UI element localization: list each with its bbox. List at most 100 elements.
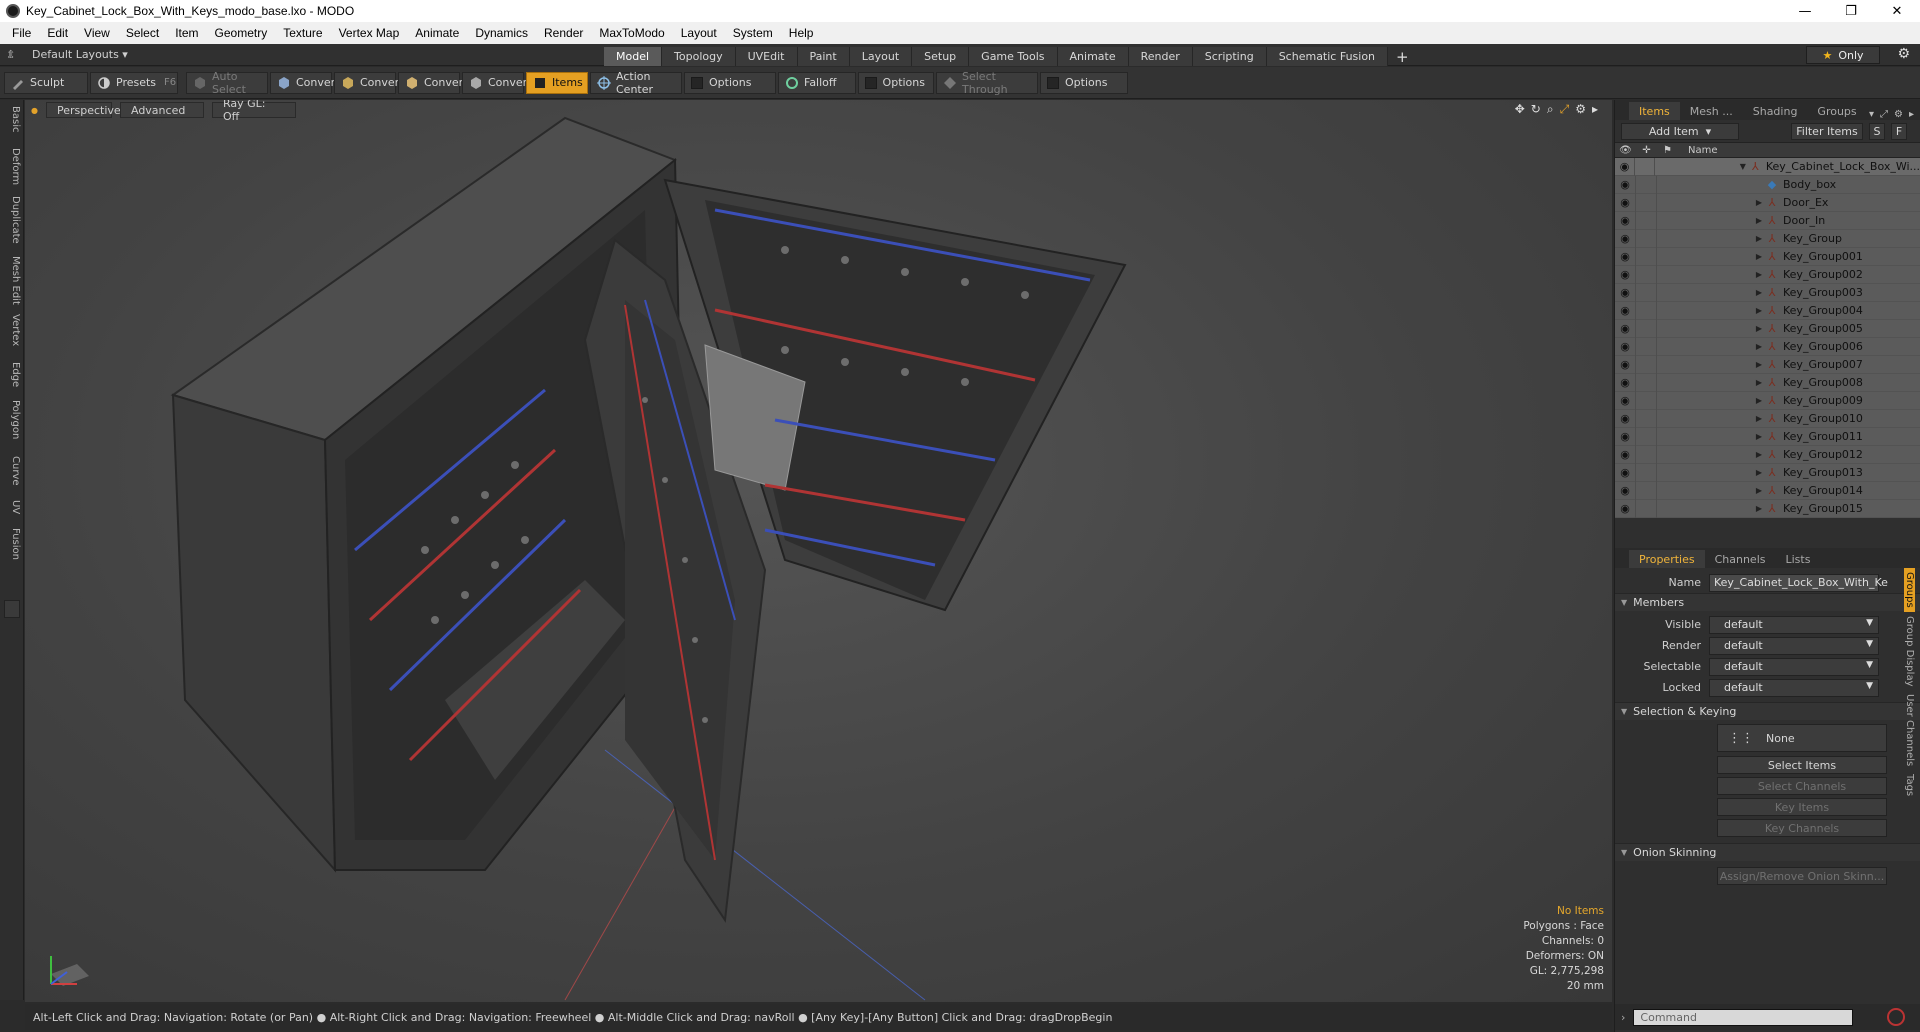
lock-cell[interactable]: [1635, 211, 1656, 230]
lock-cell[interactable]: [1634, 158, 1654, 176]
convert-vertices-button[interactable]: Convert: [270, 71, 340, 94]
advanced-button[interactable]: Advanced: [119, 102, 204, 118]
expand-arrow-icon[interactable]: ▶: [1753, 252, 1765, 261]
eye-icon[interactable]: ◉: [1615, 484, 1635, 497]
eye-icon[interactable]: ◉: [1615, 214, 1635, 227]
lock-cell[interactable]: [1635, 265, 1656, 284]
tree-row[interactable]: ◉ ▶ ⅄ Key_Group005: [1615, 319, 1920, 338]
lock-cell[interactable]: [1635, 283, 1656, 302]
expand-arrow-icon[interactable]: ▶: [1753, 198, 1765, 207]
lock-cell[interactable]: [1635, 355, 1656, 374]
lock-cell[interactable]: [1635, 301, 1656, 320]
sculpt-button[interactable]: Sculpt: [4, 71, 88, 94]
expand-arrow-icon[interactable]: ▶: [1753, 432, 1765, 441]
expand-arrow-icon[interactable]: ▶: [1753, 234, 1765, 243]
name-field[interactable]: Key_Cabinet_Lock_Box_With_Ke: [1709, 573, 1888, 592]
tree-row[interactable]: ◉ ▶ ⅄ Key_Group014: [1615, 481, 1920, 500]
expand-arrow-icon[interactable]: ▶: [1753, 288, 1765, 297]
eye-icon[interactable]: ◉: [1615, 322, 1635, 335]
eye-icon[interactable]: ◉: [1615, 196, 1635, 209]
menu-layout[interactable]: Layout: [673, 26, 725, 40]
record-icon[interactable]: [1887, 1008, 1906, 1026]
tab-game-tools[interactable]: Game Tools: [969, 47, 1058, 66]
menu-edit[interactable]: Edit: [39, 26, 76, 40]
f-toggle-button[interactable]: F: [1891, 122, 1907, 140]
tree-row[interactable]: ◉ ▶ ⅄ Key_Group013: [1615, 463, 1920, 482]
convert-polygons-button[interactable]: Convert: [398, 71, 468, 94]
add-tab-icon[interactable]: +: [1388, 48, 1417, 66]
lock-cell[interactable]: [1635, 463, 1656, 482]
lock-cell[interactable]: [1635, 193, 1656, 212]
menu-file[interactable]: File: [4, 26, 39, 40]
eye-icon[interactable]: ◉: [1615, 304, 1635, 317]
tab-layout[interactable]: Layout: [849, 47, 913, 66]
tab-lists[interactable]: Lists: [1776, 550, 1821, 568]
lock-cell[interactable]: [1635, 427, 1656, 446]
eye-icon[interactable]: ◉: [1615, 340, 1635, 353]
tab-topology[interactable]: Topology: [662, 47, 736, 66]
eye-icon[interactable]: ◉: [1615, 250, 1635, 263]
menu-system[interactable]: System: [725, 26, 781, 40]
expand-arrow-icon[interactable]: ▶: [1753, 360, 1765, 369]
tree-row[interactable]: ◉ ▶ ⅄ Key_Group002: [1615, 265, 1920, 284]
viewport-options-icon[interactable]: ●: [31, 106, 38, 115]
menu-dynamics[interactable]: Dynamics: [467, 26, 536, 40]
eye-icon[interactable]: ◉: [1615, 430, 1635, 443]
action-center-button[interactable]: Action Center: [590, 70, 682, 96]
selection-keying-section[interactable]: ▼ Selection & Keying: [1615, 702, 1920, 720]
eye-icon[interactable]: ◉: [1615, 160, 1634, 173]
expand-arrow-icon[interactable]: ▶: [1753, 486, 1765, 495]
expand-arrow-icon[interactable]: ▶: [1753, 414, 1765, 423]
tab-mesh-edit[interactable]: Mesh Edit: [3, 256, 21, 305]
menu-view[interactable]: View: [76, 26, 118, 40]
filter-items-button[interactable]: Filter Items: [1791, 122, 1863, 140]
eye-icon[interactable]: ◉: [1615, 376, 1635, 389]
presets-button[interactable]: Presets F6: [90, 71, 178, 94]
tab-duplicate[interactable]: Duplicate: [3, 196, 21, 244]
key-items-button[interactable]: Key Items: [1717, 798, 1887, 816]
tree-row[interactable]: ◉ ▶ ⅄ Key_Group015: [1615, 499, 1920, 518]
expand-arrow-icon[interactable]: ▶: [1753, 270, 1765, 279]
expand-arrow-icon[interactable]: ▼: [1737, 162, 1748, 171]
lock-cell[interactable]: [1635, 499, 1656, 518]
lock-cell[interactable]: [1635, 391, 1656, 410]
visibility-column-icon[interactable]: 👁: [1615, 145, 1636, 156]
play-icon[interactable]: ▸: [1592, 102, 1598, 117]
eye-icon[interactable]: ◉: [1615, 466, 1635, 479]
panel-gear-icon[interactable]: ⚙: [1894, 109, 1903, 120]
add-item-button[interactable]: Add Item ▾: [1621, 122, 1739, 140]
expand-icon[interactable]: ⤢: [1880, 109, 1888, 120]
eye-icon[interactable]: ◉: [1615, 286, 1635, 299]
tab-items[interactable]: Items: [1629, 102, 1680, 120]
eye-icon[interactable]: ◉: [1615, 502, 1635, 515]
panel-grip-handle[interactable]: [4, 600, 20, 618]
tree-row[interactable]: ◉ ▶ ⅄ Key_Group012: [1615, 445, 1920, 464]
tab-mesh[interactable]: Mesh ...: [1680, 102, 1743, 120]
assign-remove-onion-button[interactable]: Assign/Remove Onion Skinn...: [1717, 867, 1887, 885]
tab-groups[interactable]: Groups: [1807, 102, 1866, 120]
eye-icon[interactable]: ◉: [1615, 232, 1635, 245]
tab-vertex[interactable]: Vertex: [3, 314, 21, 346]
tab-channels[interactable]: Channels: [1705, 550, 1776, 568]
tree-row[interactable]: ◉ ▶ ⅄ Key_Group004: [1615, 301, 1920, 320]
tree-row[interactable]: ◉ ▶ ⅄ Door_In: [1615, 211, 1920, 230]
maximize-viewport-icon[interactable]: ⤢: [1560, 102, 1570, 117]
visible-dropdown[interactable]: default ▼: [1709, 615, 1879, 634]
menu-item[interactable]: Item: [167, 26, 206, 40]
only-button[interactable]: ★ Only: [1806, 46, 1880, 64]
tree-row[interactable]: ◉ ▶ ⅄ Key_Group008: [1615, 373, 1920, 392]
perspective-button[interactable]: Perspective: [45, 102, 121, 118]
lock-cell[interactable]: [1635, 229, 1656, 248]
menu-maxtomodo[interactable]: MaxToModo: [591, 26, 672, 40]
lock-cell[interactable]: [1635, 175, 1656, 194]
tab-edge[interactable]: Edge: [3, 362, 21, 387]
tree-row[interactable]: ◉ ▶ ⅄ Key_Group010: [1615, 409, 1920, 428]
side-tab-tags[interactable]: Tags: [1904, 770, 1915, 800]
tab-uvedit[interactable]: UVEdit: [735, 47, 798, 66]
tab-polygon[interactable]: Polygon: [3, 400, 21, 439]
auto-select-button[interactable]: Auto Select: [186, 70, 268, 96]
name-column-header[interactable]: Name: [1688, 145, 1718, 156]
tab-scripting[interactable]: Scripting: [1192, 47, 1267, 66]
eye-icon[interactable]: ◉: [1615, 358, 1635, 371]
tab-shading[interactable]: Shading: [1743, 102, 1808, 120]
